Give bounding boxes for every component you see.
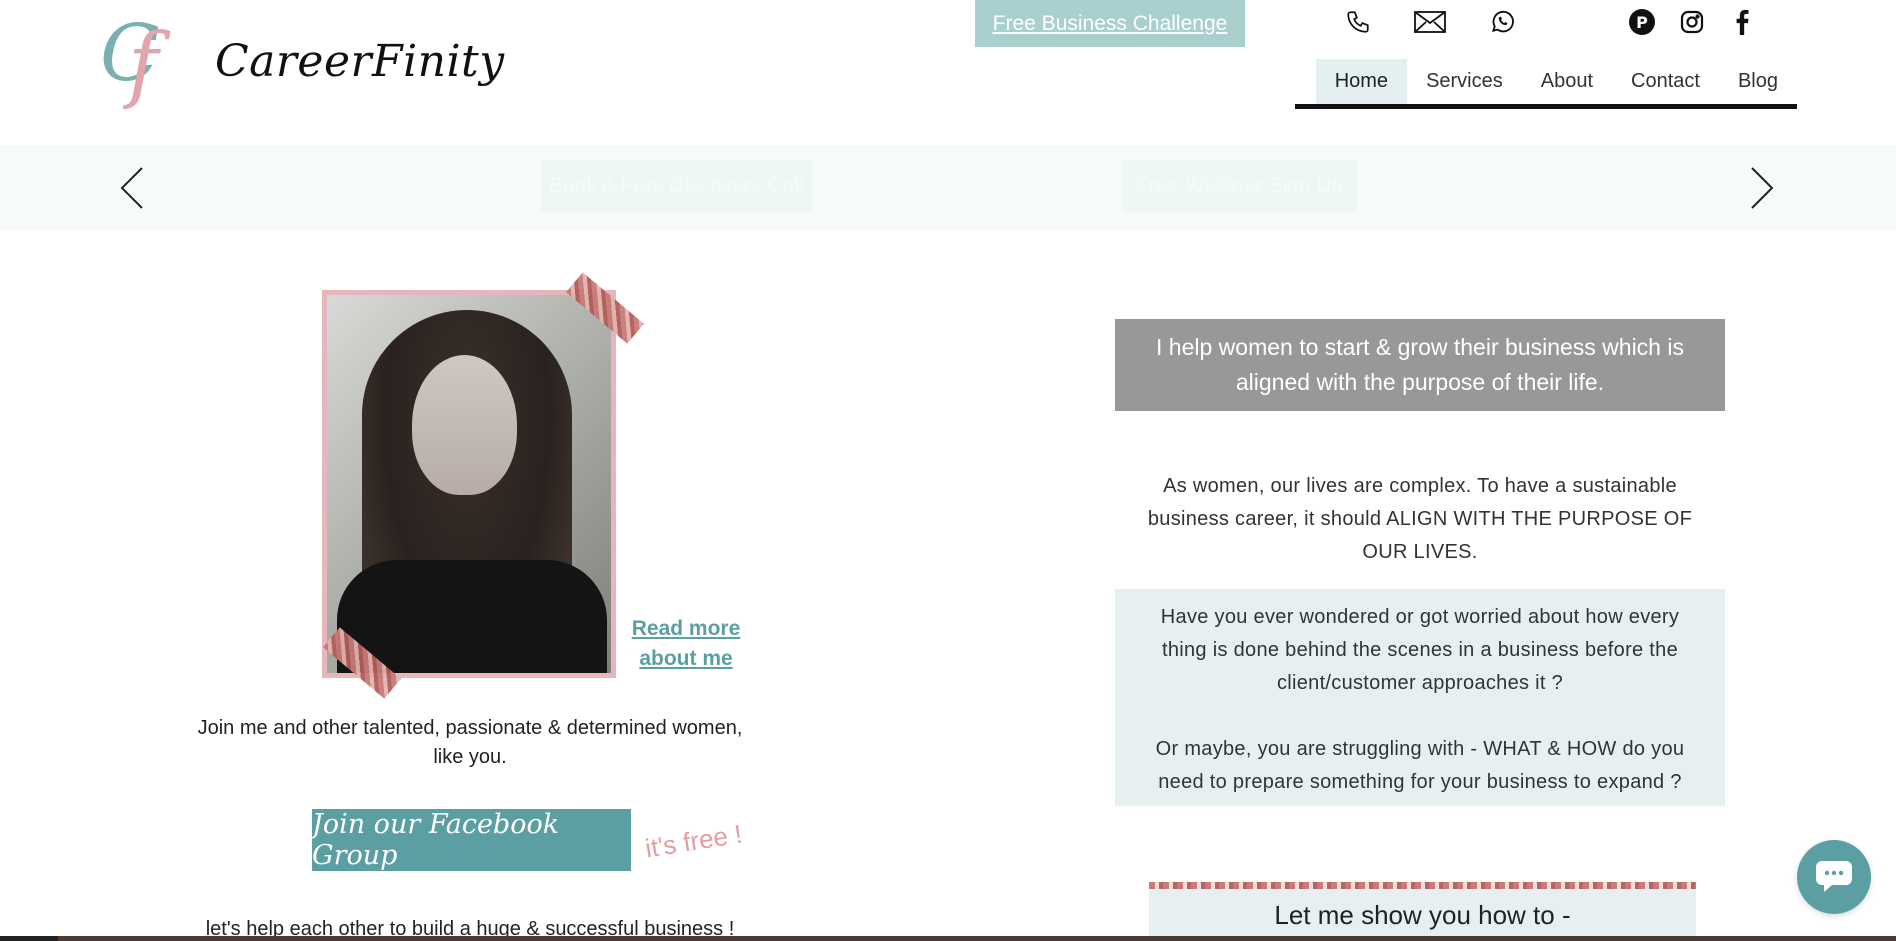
headline-text: I help women to start & grow their busin… xyxy=(1156,334,1684,395)
nav-item-contact[interactable]: Contact xyxy=(1612,59,1719,104)
chat-bubble-icon xyxy=(1816,861,1852,892)
profile-photo xyxy=(327,295,611,673)
question-box: Have you ever wondered or got worried ab… xyxy=(1115,589,1725,806)
nav-item-blog[interactable]: Blog xyxy=(1719,59,1797,104)
social-icons: P xyxy=(1625,4,1759,40)
intro-paragraph: As women, our lives are complex. To have… xyxy=(1147,475,1693,563)
nav-item-home[interactable]: Home xyxy=(1315,59,1408,104)
question-paragraph-1: Have you ever wondered or got worried ab… xyxy=(1160,606,1680,694)
question-paragraph-2: Or maybe, you are struggling with - WHAT… xyxy=(1155,738,1685,793)
brand-name[interactable]: CareerFinity xyxy=(215,36,505,87)
read-more-about-me-link[interactable]: Read more about me xyxy=(630,614,742,674)
slider-next-arrow-icon[interactable] xyxy=(1742,160,1782,216)
headline-box: I help women to start & grow their busin… xyxy=(1115,319,1725,411)
svg-text:P: P xyxy=(1636,13,1648,32)
whatsapp-icon[interactable] xyxy=(1484,4,1520,40)
show-you-how-title: Let me show you how to - xyxy=(1149,889,1696,941)
show-you-how-banner: Let me show you how to - xyxy=(1149,882,1696,941)
logo-letter-f: f xyxy=(122,17,171,110)
free-webinar-signup-button[interactable]: Free Webinar Sign Up xyxy=(1122,160,1357,212)
join-facebook-group-button[interactable]: Join our Facebook Group xyxy=(312,809,631,871)
chat-button[interactable] xyxy=(1797,840,1871,914)
book-discovery-call-button[interactable]: Book A Free Discovery Call xyxy=(541,160,812,212)
join-invitation-text: Join me and other talented, passionate &… xyxy=(197,717,743,768)
pinterest-icon[interactable]: P xyxy=(1625,4,1659,40)
nav-item-services[interactable]: Services xyxy=(1407,59,1522,104)
instagram-icon[interactable] xyxy=(1675,4,1709,40)
mail-icon[interactable] xyxy=(1412,4,1448,40)
logo-mark[interactable]: C f xyxy=(100,9,190,112)
facebook-icon[interactable] xyxy=(1725,4,1759,40)
contact-icons xyxy=(1340,4,1520,40)
free-business-challenge-button[interactable]: Free Business Challenge xyxy=(975,0,1245,47)
main-nav: Home Services About Contact Blog xyxy=(1295,59,1797,109)
its-free-note: it's free ! xyxy=(643,818,745,864)
profile-photo-frame xyxy=(322,290,616,678)
bottom-scroll-bar xyxy=(0,936,1896,941)
slider-prev-arrow-icon[interactable] xyxy=(112,160,152,216)
phone-icon[interactable] xyxy=(1340,4,1376,40)
nav-item-about[interactable]: About xyxy=(1522,59,1612,104)
slider-strip xyxy=(0,145,1896,230)
